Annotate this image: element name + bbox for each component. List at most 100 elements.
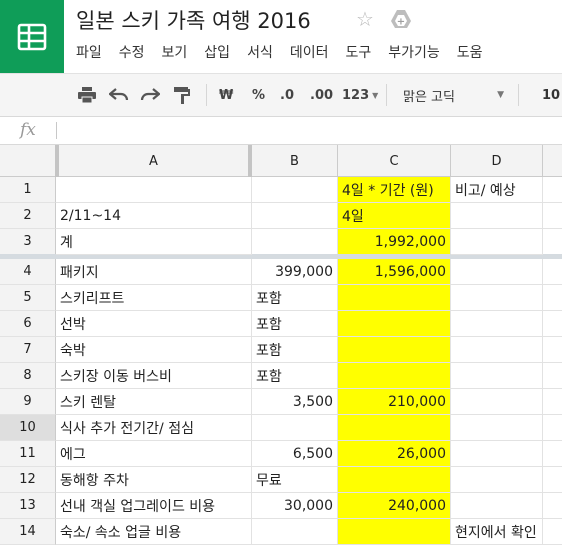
decrease-decimal-button[interactable]: .0 bbox=[280, 84, 294, 106]
cell-a13[interactable]: 선내 객실 업그레이드 비용 bbox=[56, 493, 252, 519]
cell-c10[interactable] bbox=[338, 415, 451, 441]
cell-d11[interactable] bbox=[451, 441, 543, 467]
cell-a10[interactable]: 식사 추가 전기간/ 점심 bbox=[56, 415, 252, 441]
star-icon[interactable]: ☆ bbox=[356, 7, 374, 31]
cell-b4[interactable]: 399,000 bbox=[252, 259, 338, 285]
menu-item[interactable]: 보기 bbox=[162, 42, 188, 62]
menu-item[interactable]: 데이터 bbox=[290, 42, 329, 62]
cell-a5[interactable]: 스키리프트 bbox=[56, 285, 252, 311]
cell-b3[interactable] bbox=[252, 229, 338, 255]
cell-b2[interactable] bbox=[252, 203, 338, 229]
cell-c12[interactable] bbox=[338, 467, 451, 493]
redo-icon[interactable] bbox=[140, 84, 160, 106]
cell-c8[interactable] bbox=[338, 363, 451, 389]
cell-c13[interactable]: 240,000 bbox=[338, 493, 451, 519]
row-header[interactable]: 4 bbox=[0, 259, 56, 285]
cell-a8[interactable]: 스키장 이동 버스비 bbox=[56, 363, 252, 389]
cell-e9[interactable] bbox=[543, 389, 562, 415]
menu-item[interactable]: 수정 bbox=[119, 42, 145, 62]
cell-d7[interactable] bbox=[451, 337, 543, 363]
row-header[interactable]: 13 bbox=[0, 493, 56, 519]
row-header[interactable]: 6 bbox=[0, 311, 56, 337]
cell-a2[interactable]: 2/11~14 bbox=[56, 203, 252, 229]
cell-d4[interactable] bbox=[451, 259, 543, 285]
column-header-b[interactable]: B bbox=[252, 145, 338, 177]
cell-e4[interactable] bbox=[543, 259, 562, 285]
cell-c4[interactable]: 1,596,000 bbox=[338, 259, 451, 285]
column-header-d[interactable]: D bbox=[451, 145, 543, 177]
number-format-button[interactable]: 123 ▼ bbox=[342, 84, 378, 106]
menu-item[interactable]: 서식 bbox=[247, 42, 273, 62]
cell-c3[interactable]: 1,992,000 bbox=[338, 229, 451, 255]
cell-e11[interactable] bbox=[543, 441, 562, 467]
row-header[interactable]: 10 bbox=[0, 415, 56, 441]
paint-format-icon[interactable] bbox=[173, 84, 191, 106]
cell-e8[interactable] bbox=[543, 363, 562, 389]
select-all-corner[interactable] bbox=[0, 145, 59, 177]
cell-d8[interactable] bbox=[451, 363, 543, 389]
row-header[interactable]: 3 bbox=[0, 229, 56, 255]
cell-d5[interactable] bbox=[451, 285, 543, 311]
cell-d2[interactable] bbox=[451, 203, 543, 229]
menu-item[interactable]: 도구 bbox=[345, 42, 371, 62]
cell-d1[interactable]: 비고/ 예상 bbox=[451, 177, 543, 203]
row-header[interactable]: 7 bbox=[0, 337, 56, 363]
cell-e7[interactable] bbox=[543, 337, 562, 363]
cell-b8[interactable]: 포함 bbox=[252, 363, 338, 389]
move-to-folder-icon[interactable]: + bbox=[390, 9, 412, 33]
cell-a12[interactable]: 동해항 주차 bbox=[56, 467, 252, 493]
cell-d9[interactable] bbox=[451, 389, 543, 415]
cell-e13[interactable] bbox=[543, 493, 562, 519]
row-header[interactable]: 9 bbox=[0, 389, 56, 415]
font-size-select[interactable]: 10 bbox=[530, 84, 562, 106]
row-header[interactable]: 12 bbox=[0, 467, 56, 493]
cell-c14[interactable] bbox=[338, 519, 451, 545]
cell-e5[interactable] bbox=[543, 285, 562, 311]
cell-d6[interactable] bbox=[451, 311, 543, 337]
cell-c5[interactable] bbox=[338, 285, 451, 311]
cell-c2[interactable]: 4일 bbox=[338, 203, 451, 229]
cell-d14[interactable]: 현지에서 확인 bbox=[451, 519, 543, 545]
row-header[interactable]: 11 bbox=[0, 441, 56, 467]
cell-b9[interactable]: 3,500 bbox=[252, 389, 338, 415]
cell-e14[interactable] bbox=[543, 519, 562, 545]
cell-b13[interactable]: 30,000 bbox=[252, 493, 338, 519]
cell-a3[interactable]: 계 bbox=[56, 229, 252, 255]
cell-a1[interactable] bbox=[56, 177, 252, 203]
cell-a4[interactable]: 패키지 bbox=[56, 259, 252, 285]
format-currency-button[interactable]: ₩ bbox=[219, 84, 233, 106]
cell-b12[interactable]: 무료 bbox=[252, 467, 338, 493]
cell-a11[interactable]: 에그 bbox=[56, 441, 252, 467]
cell-d12[interactable] bbox=[451, 467, 543, 493]
sheets-logo-icon[interactable] bbox=[0, 0, 64, 73]
row-header[interactable]: 14 bbox=[0, 519, 56, 545]
cell-e2[interactable] bbox=[543, 203, 562, 229]
menu-item[interactable]: 도움 bbox=[457, 42, 483, 62]
cell-e1[interactable] bbox=[543, 177, 562, 203]
cell-e3[interactable] bbox=[543, 229, 562, 255]
cell-a7[interactable]: 숙박 bbox=[56, 337, 252, 363]
row-header[interactable]: 1 bbox=[0, 177, 56, 203]
cell-d3[interactable] bbox=[451, 229, 543, 255]
menu-item[interactable]: 부가기능 bbox=[388, 42, 440, 62]
menu-item[interactable]: 삽입 bbox=[204, 42, 230, 62]
font-family-select[interactable]: 맑은 고딕 ▼ bbox=[393, 84, 510, 106]
cell-c9[interactable]: 210,000 bbox=[338, 389, 451, 415]
cell-a6[interactable]: 선박 bbox=[56, 311, 252, 337]
column-header-a[interactable]: A bbox=[56, 145, 252, 177]
freeze-column-handle[interactable] bbox=[248, 145, 252, 177]
column-header-c[interactable]: C bbox=[338, 145, 451, 177]
row-header[interactable]: 5 bbox=[0, 285, 56, 311]
undo-icon[interactable] bbox=[109, 84, 129, 106]
cell-d10[interactable] bbox=[451, 415, 543, 441]
cell-c7[interactable] bbox=[338, 337, 451, 363]
cell-a14[interactable]: 숙소/ 속소 업글 비용 bbox=[56, 519, 252, 545]
cell-b14[interactable] bbox=[252, 519, 338, 545]
cell-c1[interactable]: 4일 * 기간 (원) bbox=[338, 177, 451, 203]
row-header[interactable]: 8 bbox=[0, 363, 56, 389]
print-icon[interactable] bbox=[78, 84, 96, 106]
document-title[interactable]: 일본 스키 가족 여행 2016 bbox=[76, 5, 311, 35]
cell-b1[interactable] bbox=[252, 177, 338, 203]
cell-e10[interactable] bbox=[543, 415, 562, 441]
cell-d13[interactable] bbox=[451, 493, 543, 519]
